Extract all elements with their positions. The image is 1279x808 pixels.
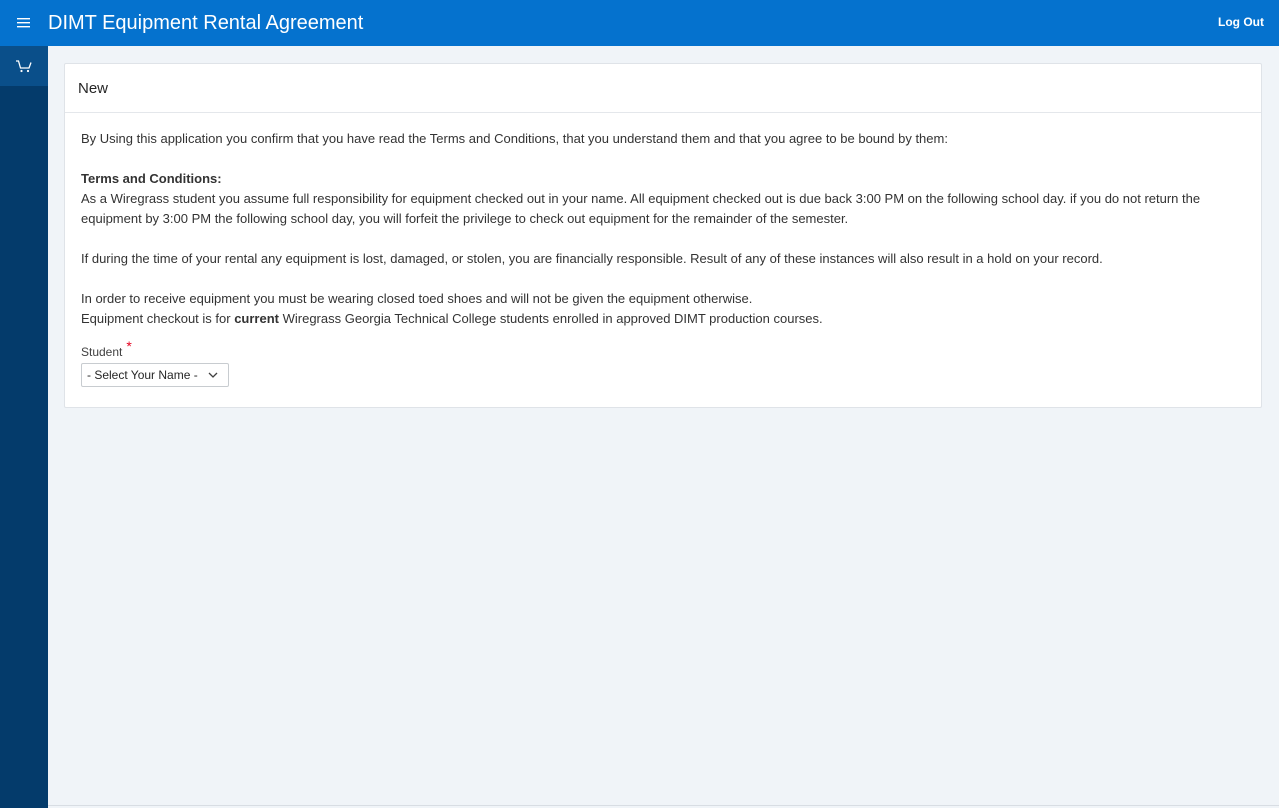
student-label: Student	[81, 345, 123, 359]
new-region: New By Using this application you confir…	[64, 63, 1262, 408]
terms-text: As a Wiregrass student you assume full r…	[81, 191, 1201, 226]
eligibility-suffix: Wiregrass Georgia Technical College stud…	[279, 311, 823, 326]
intro-text: By Using this application you confirm th…	[81, 131, 948, 146]
cart-icon	[16, 60, 32, 73]
liability-text: If during the time of your rental any eq…	[81, 251, 1103, 266]
student-select-value: - Select Your Name -	[87, 368, 198, 382]
eligibility-text: Equipment checkout is for current Wiregr…	[81, 309, 1245, 329]
student-field-label-row: Student *	[81, 338, 1245, 359]
eligibility-prefix: Equipment checkout is for	[81, 311, 235, 326]
sidebar	[0, 46, 48, 808]
region-body: By Using this application you confirm th…	[65, 113, 1261, 387]
app-title: DIMT Equipment Rental Agreement	[48, 12, 364, 34]
hamburger-icon	[17, 18, 30, 28]
chevron-down-icon	[208, 372, 218, 378]
app-header: DIMT Equipment Rental Agreement Log Out	[0, 0, 1279, 46]
sidebar-item-cart[interactable]	[0, 46, 48, 86]
terms-heading: Terms and Conditions:	[81, 171, 222, 186]
shoes-text: In order to receive equipment you must b…	[81, 291, 753, 306]
eligibility-bold: current	[234, 311, 279, 326]
region-header: New	[65, 64, 1261, 113]
logout-link[interactable]: Log Out	[1218, 15, 1264, 29]
required-marker: *	[126, 338, 132, 354]
region-title: New	[78, 79, 109, 97]
footer-divider	[48, 805, 1279, 806]
student-select[interactable]: - Select Your Name -	[81, 363, 229, 387]
menu-toggle-button[interactable]	[0, 0, 48, 46]
